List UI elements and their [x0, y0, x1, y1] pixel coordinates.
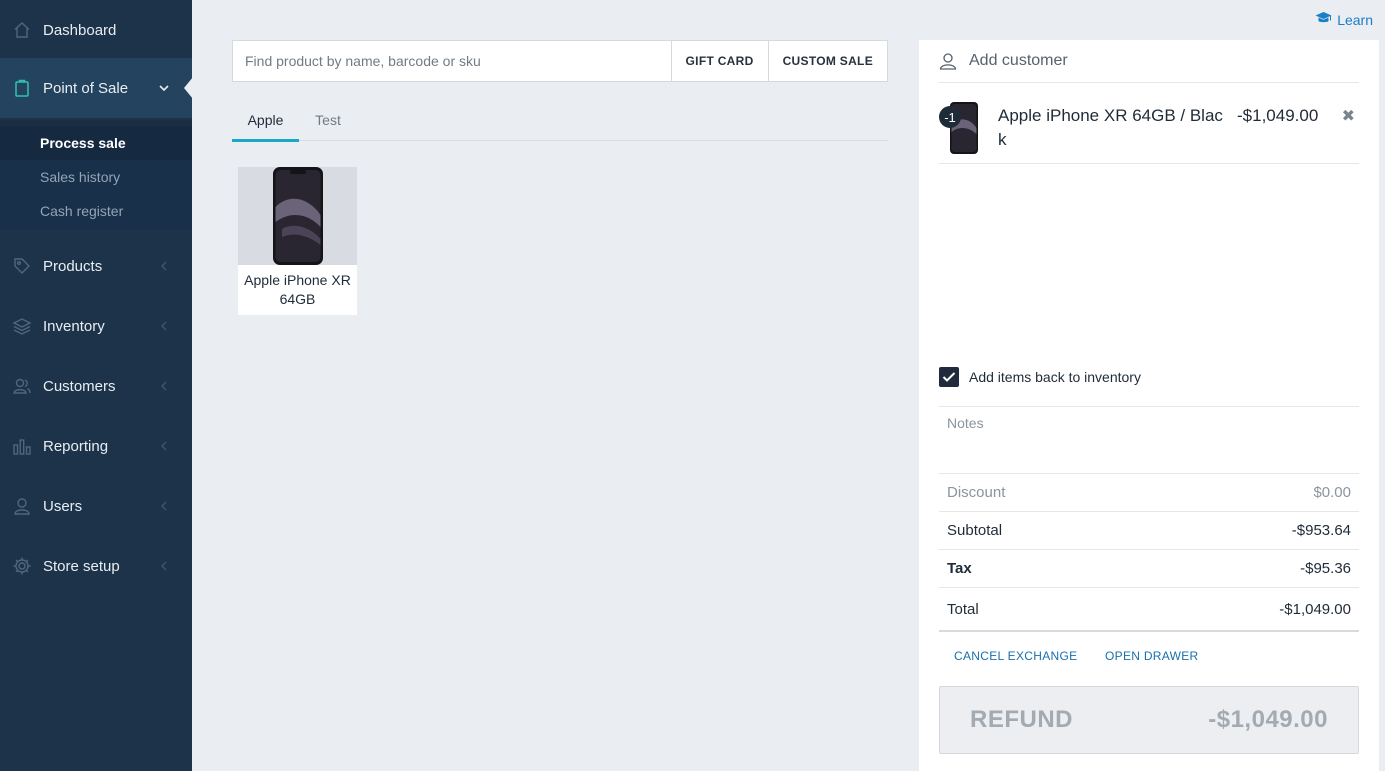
chevron-left-icon [158, 440, 170, 452]
total-value: -$1,049.00 [1279, 600, 1351, 618]
line-item-name: Apple iPhone XR 64GB / Black [998, 106, 1223, 149]
sidebar-item-products[interactable]: Products [0, 236, 192, 296]
user-icon [939, 52, 957, 75]
tax-row[interactable]: Tax -$95.36 [939, 550, 1359, 588]
product-image [238, 167, 357, 265]
chevron-down-icon [158, 82, 170, 94]
clipboard-icon [12, 78, 32, 98]
sidebar-item-label: Dashboard [43, 21, 117, 39]
user-icon [12, 496, 32, 516]
remove-item-icon[interactable]: ✖ [1342, 106, 1355, 126]
notes-field[interactable] [939, 407, 1359, 473]
notes-field-wrapper [939, 406, 1359, 474]
subtotal-value: -$953.64 [1291, 522, 1351, 539]
sidebar-item-label: Reporting [43, 437, 109, 455]
line-item-price: -$1,049.00 [1237, 106, 1319, 125]
tab-apple[interactable]: Apple [232, 100, 299, 142]
cancel-exchange-button[interactable]: CANCEL EXCHANGE [954, 649, 1077, 663]
sidebar-item-label: Inventory [43, 317, 105, 335]
sidebar-item-users[interactable]: Users [0, 476, 192, 536]
product-name: Apple iPhone XR 64GB [244, 272, 351, 307]
refund-button[interactable]: REFUND -$1,049.00 [939, 686, 1359, 754]
learn-link[interactable]: Learn [1315, 11, 1373, 28]
layers-icon [12, 316, 32, 336]
chevron-left-icon [158, 560, 170, 572]
gear-icon [12, 556, 32, 576]
users-icon [12, 376, 32, 396]
add-back-to-inventory-label: Add items back to inventory [969, 369, 1141, 385]
sidebar-item-point-of-sale[interactable]: Point of Sale [0, 58, 193, 118]
sidebar-item-customers[interactable]: Customers [0, 356, 192, 416]
bar-chart-icon [12, 436, 32, 456]
sidebar-subitem-label: Cash register [40, 203, 124, 219]
open-drawer-button[interactable]: OPEN DRAWER [1105, 649, 1199, 663]
discount-row[interactable]: Discount $0.00 [939, 474, 1359, 512]
cart-actions: CANCEL EXCHANGE OPEN DRAWER [939, 649, 1359, 671]
chevron-left-icon [158, 320, 170, 332]
sidebar-item-inventory[interactable]: Inventory [0, 296, 192, 356]
add-customer-label: Add customer [969, 52, 1068, 69]
category-tabs: Apple Test [232, 100, 888, 142]
sidebar-subitem-sales-history[interactable]: Sales history [0, 160, 192, 194]
add-customer-button[interactable]: Add customer [939, 40, 1359, 83]
sidebar-item-label: Store setup [43, 557, 120, 575]
refund-amount: -$1,049.00 [1208, 706, 1328, 733]
sidebar-subitem-process-sale[interactable]: Process sale [0, 126, 192, 160]
add-back-to-inventory-checkbox[interactable] [939, 367, 959, 387]
quantity-badge: -1 [939, 106, 961, 128]
sidebar-item-dashboard[interactable]: Dashboard [0, 0, 192, 60]
sidebar-subitem-label: Sales history [40, 169, 121, 185]
product-card[interactable]: Apple iPhone XR 64GB [238, 167, 357, 315]
sidebar-item-label: Products [43, 257, 103, 275]
discount-label: Discount [947, 484, 1006, 501]
chevron-left-icon [158, 500, 170, 512]
discount-value: $0.00 [1313, 484, 1351, 501]
tag-icon [12, 256, 32, 276]
gift-card-button[interactable]: GIFT CARD [670, 41, 768, 81]
sidebar-item-label: Customers [43, 377, 116, 395]
sidebar-item-label: Users [43, 497, 83, 515]
total-label: Total [947, 600, 979, 618]
subtotal-row: Subtotal -$953.64 [939, 512, 1359, 550]
subtotal-label: Subtotal [947, 522, 1003, 539]
cart-panel: Add customer -1 Apple iPhone XR 64GB / B… [919, 40, 1379, 771]
sidebar-item-store-setup[interactable]: Store setup [0, 536, 192, 596]
sidebar-item-reporting[interactable]: Reporting [0, 416, 192, 476]
chevron-left-icon [158, 260, 170, 272]
search-input[interactable] [233, 41, 671, 81]
chevron-left-icon [158, 380, 170, 392]
total-row: Total -$1,049.00 [939, 588, 1359, 632]
sidebar-item-label: Point of Sale [43, 79, 129, 97]
custom-sale-button[interactable]: CUSTOM SALE [767, 41, 887, 81]
refund-label: REFUND [970, 706, 1073, 733]
product-search-bar: GIFT CARD CUSTOM SALE [232, 40, 888, 82]
learn-label: Learn [1337, 11, 1373, 28]
tab-test[interactable]: Test [304, 100, 352, 140]
graduation-cap-icon [1315, 11, 1332, 28]
sidebar: Dashboard Point of Sale Process sale Sal… [0, 0, 193, 771]
cart-line-item[interactable]: -1 Apple iPhone XR 64GB / Black -$1,049.… [939, 84, 1359, 164]
sidebar-subitem-cash-register[interactable]: Cash register [0, 194, 192, 228]
tax-value: -$95.36 [1300, 560, 1351, 577]
sidebar-subitem-label: Process sale [40, 135, 126, 151]
home-icon [12, 20, 32, 40]
tax-label: Tax [947, 560, 972, 577]
